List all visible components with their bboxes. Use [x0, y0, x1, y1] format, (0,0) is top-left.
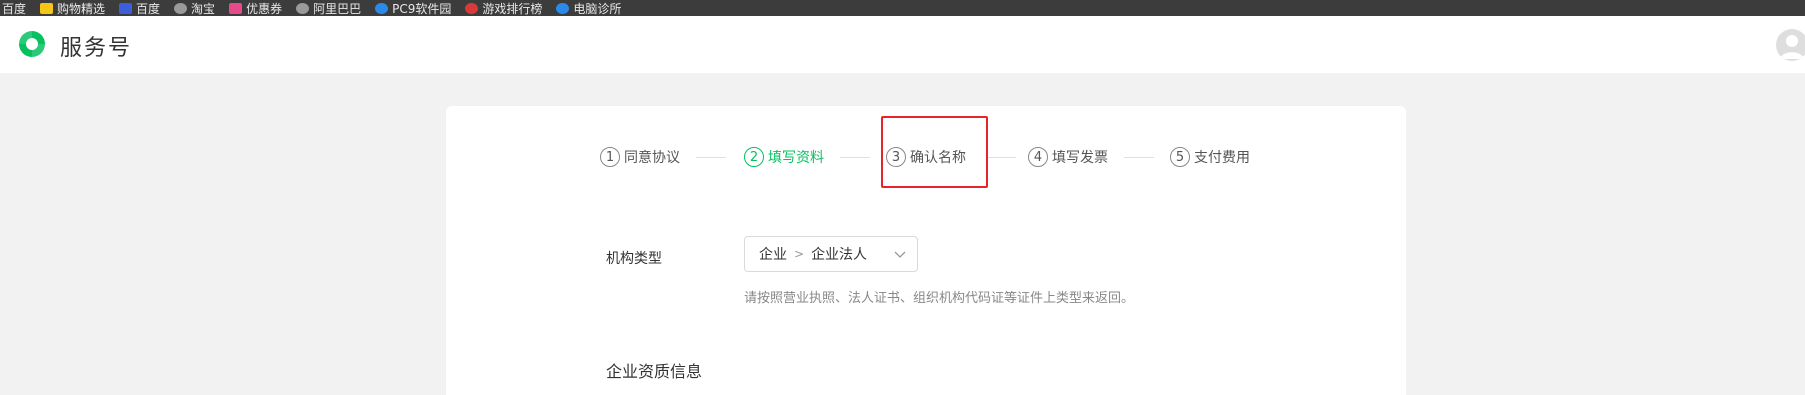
step-connector	[986, 157, 1016, 158]
bookmark-label: 电脑诊所	[573, 1, 622, 16]
bookmark-label: 阿里巴巴	[313, 1, 362, 16]
bookmark-taobao[interactable]: 淘宝	[174, 0, 215, 16]
game-icon	[465, 2, 479, 14]
step-number: 2	[744, 147, 764, 167]
bookmark-pc9[interactable]: PC9软件园	[375, 0, 451, 16]
breadcrumb-separator-icon: >	[794, 247, 805, 261]
clinic-icon	[556, 2, 570, 14]
annotation-highlight-box	[881, 116, 988, 188]
registration-card: 1 同意协议 2 填写资料 3 确认名称 4 填写发票 5 支付费用 机构类型 …	[446, 106, 1406, 395]
step-payment: 5 支付费用	[1170, 142, 1250, 172]
bookmark-game-rank[interactable]: 游戏排行榜	[465, 0, 542, 16]
globe-icon	[174, 2, 188, 14]
org-type-label: 机构类型	[606, 251, 662, 267]
bookmark-label: PC9软件园	[392, 1, 452, 16]
bookmark-baidu[interactable]: 百度	[119, 0, 160, 16]
bookmark-label: 百度	[2, 1, 27, 16]
bookmark-label: 游戏排行榜	[482, 1, 543, 16]
step-agree: 1 同意协议	[600, 142, 680, 172]
step-connector	[840, 157, 870, 158]
bookmarks-bar: 百度 购物精选 百度 淘宝 优惠券 阿里巴巴 PC9软件园 游戏排行榜 电脑诊所	[0, 0, 1805, 16]
bookmark-label: 百度	[136, 1, 161, 16]
bookmark-label: 淘宝	[191, 1, 216, 16]
step-number: 1	[600, 147, 620, 167]
baidu-icon	[119, 2, 133, 14]
coupon-icon	[229, 2, 243, 14]
bookmark-alibaba[interactable]: 阿里巴巴	[296, 0, 361, 16]
chevron-down-icon	[894, 251, 906, 258]
org-type-level-1: 企业	[759, 247, 787, 263]
step-label: 填写资料	[768, 150, 824, 166]
org-type-select[interactable]: 企业 > 企业法人	[744, 236, 918, 272]
org-type-hint: 请按照营业执照、法人证书、组织机构代码证等证件上类型来返回。	[744, 291, 1135, 306]
org-type-level-2: 企业法人	[811, 247, 868, 263]
step-connector	[1124, 157, 1154, 158]
folder-icon	[40, 2, 54, 14]
bookmark-label: 优惠券	[246, 1, 283, 16]
step-label: 支付费用	[1194, 150, 1250, 166]
step-label: 同意协议	[624, 150, 680, 166]
user-avatar-icon[interactable]	[1776, 29, 1805, 61]
step-number: 4	[1028, 147, 1048, 167]
globe-icon	[296, 2, 310, 14]
bookmark-shopping[interactable]: 购物精选	[40, 0, 105, 16]
section-title: 企业资质信息	[606, 362, 703, 381]
bookmark-baidu-text[interactable]: 百度	[2, 0, 26, 16]
bookmark-label: 购物精选	[57, 1, 106, 16]
brand-title: 服务号	[60, 36, 133, 61]
step-invoice: 4 填写发票	[1028, 142, 1108, 172]
bookmark-coupon[interactable]: 优惠券	[229, 0, 282, 16]
pc9-icon	[375, 2, 389, 14]
step-number: 5	[1170, 147, 1190, 167]
wechat-service-logo-icon[interactable]	[16, 28, 48, 60]
top-header: 服务号	[0, 16, 1805, 73]
step-connector	[696, 157, 726, 158]
step-label: 填写发票	[1052, 150, 1108, 166]
bookmark-clinic[interactable]: 电脑诊所	[556, 0, 621, 16]
step-fill-info: 2 填写资料	[744, 142, 824, 172]
